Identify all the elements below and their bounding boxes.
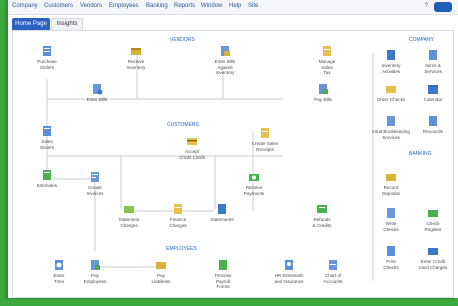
reconcile-node[interactable]: Reconcile xyxy=(411,115,455,135)
items-services-node[interactable]: Items & Services xyxy=(411,49,455,74)
purchase-orders-icon xyxy=(43,46,51,56)
chart-of-accounts-node[interactable]: Chart of Accounts xyxy=(311,259,355,284)
menu-customers[interactable]: Customers xyxy=(44,3,73,9)
app-window: Company Customers Vendors Employees Bank… xyxy=(8,0,458,298)
section-banking: BANKING xyxy=(409,151,432,157)
statements-icon xyxy=(218,204,226,214)
pay-bills-node[interactable]: Pay Bills xyxy=(301,83,345,103)
receive-inventory-icon xyxy=(131,48,141,55)
credit-card-icon xyxy=(187,138,197,145)
order-checks-node[interactable]: Order Checks xyxy=(369,83,413,103)
enter-credit-card-charges-node[interactable]: Enter Credit Card Charges xyxy=(411,245,455,270)
hr-essentials-node[interactable]: HR Essentials and Insurance xyxy=(267,259,311,284)
items-icon xyxy=(429,50,437,60)
purchase-orders-node[interactable]: Purchase Orders xyxy=(25,45,69,70)
accept-credit-cards-node[interactable]: Accept Credit Cards xyxy=(170,135,214,160)
menu-company[interactable]: Company xyxy=(12,3,38,9)
process-payroll-forms-node[interactable]: Process Payroll Forms xyxy=(201,259,245,290)
menu-vendors[interactable]: Vendors xyxy=(80,3,102,9)
manage-sales-tax-node[interactable]: Manage Sales Tax xyxy=(305,45,349,76)
section-customers: CUSTOMERS xyxy=(167,122,199,128)
menu-employees[interactable]: Employees xyxy=(109,3,139,9)
create-sales-receipts-node[interactable]: Create Sales Receipts xyxy=(243,127,287,152)
inventory-activities-node[interactable]: Inventory Activities xyxy=(369,49,413,74)
home-page-panel: VENDORS CUSTOMERS EMPLOYEES COMPANY BANK… xyxy=(12,30,454,298)
pay-liabilities-icon xyxy=(156,262,166,269)
estimates-icon xyxy=(43,170,51,180)
help-question-icon[interactable]: ? xyxy=(425,3,428,9)
section-company: COMPANY xyxy=(409,37,434,43)
section-employees: EMPLOYEES xyxy=(166,246,197,252)
menu-site[interactable]: Site xyxy=(248,3,258,9)
hr-essentials-icon xyxy=(285,260,293,270)
intuit-bookkeeping-node[interactable]: Intuit Bookkeeping Services xyxy=(369,115,413,140)
check-register-node[interactable]: Check Register xyxy=(411,207,455,232)
estimates-node[interactable]: Estimates xyxy=(25,169,69,189)
finance-charges-node[interactable]: Finance Charges xyxy=(156,203,200,228)
print-checks-node[interactable]: Print Checks xyxy=(369,245,413,270)
print-checks-icon xyxy=(387,246,395,256)
statements-node[interactable]: Statements xyxy=(200,203,244,223)
statement-charges-node[interactable]: Statement Charges xyxy=(107,203,151,228)
help-button[interactable] xyxy=(434,2,452,12)
menu-reports[interactable]: Reports xyxy=(174,3,195,9)
bookkeeping-icon xyxy=(387,116,395,126)
enter-bills-against-inventory-node[interactable]: Enter Bills Against Inventory xyxy=(203,45,247,76)
menu-help[interactable]: Help xyxy=(229,3,241,9)
finance-charges-icon xyxy=(174,204,182,214)
create-invoices-node[interactable]: Create Invoices xyxy=(73,171,117,196)
pay-employees-node[interactable]: Pay Employees xyxy=(73,259,117,284)
receive-payments-node[interactable]: Receive Payments xyxy=(232,171,276,196)
inventory-icon xyxy=(387,50,395,60)
menu-window[interactable]: Window xyxy=(201,3,222,9)
sales-orders-icon xyxy=(43,126,51,136)
check-register-icon xyxy=(428,210,438,217)
sales-tax-icon xyxy=(323,46,331,56)
pay-employees-icon xyxy=(91,260,100,270)
reconcile-icon xyxy=(429,116,437,126)
section-vendors: VENDORS xyxy=(170,37,195,43)
menu-banking[interactable]: Banking xyxy=(146,3,168,9)
order-checks-icon xyxy=(386,86,396,93)
write-checks-node[interactable]: Write Checks xyxy=(369,207,413,232)
refunds-icon xyxy=(317,205,327,213)
enter-bills-node[interactable]: Enter Bills xyxy=(75,83,119,103)
write-checks-icon xyxy=(387,208,395,218)
refunds-credits-node[interactable]: Refunds & Credits xyxy=(300,203,344,228)
time-icon xyxy=(55,260,63,270)
invoice-icon xyxy=(91,172,99,182)
receive-payments-icon xyxy=(249,174,259,181)
pay-bills-icon xyxy=(319,84,328,94)
calendar-icon xyxy=(428,85,438,94)
payroll-forms-icon xyxy=(219,260,227,270)
menu-bar: Company Customers Vendors Employees Bank… xyxy=(8,0,458,15)
bill-inventory-icon xyxy=(221,46,230,56)
credit-card-charges-icon xyxy=(428,248,438,255)
statement-charges-icon xyxy=(124,206,134,213)
chart-of-accounts-icon xyxy=(329,260,337,270)
deposits-icon xyxy=(386,174,396,181)
record-deposits-node[interactable]: Record Deposits xyxy=(369,171,413,196)
calendar-node[interactable]: Calendar xyxy=(411,83,455,103)
enter-bills-icon xyxy=(93,84,103,95)
sales-receipt-icon xyxy=(261,128,269,138)
receive-inventory-node[interactable]: Receive Inventory xyxy=(114,45,158,70)
pay-liabilities-node[interactable]: Pay Liabilities xyxy=(139,259,183,284)
sales-orders-node[interactable]: Sales Orders xyxy=(25,125,69,150)
